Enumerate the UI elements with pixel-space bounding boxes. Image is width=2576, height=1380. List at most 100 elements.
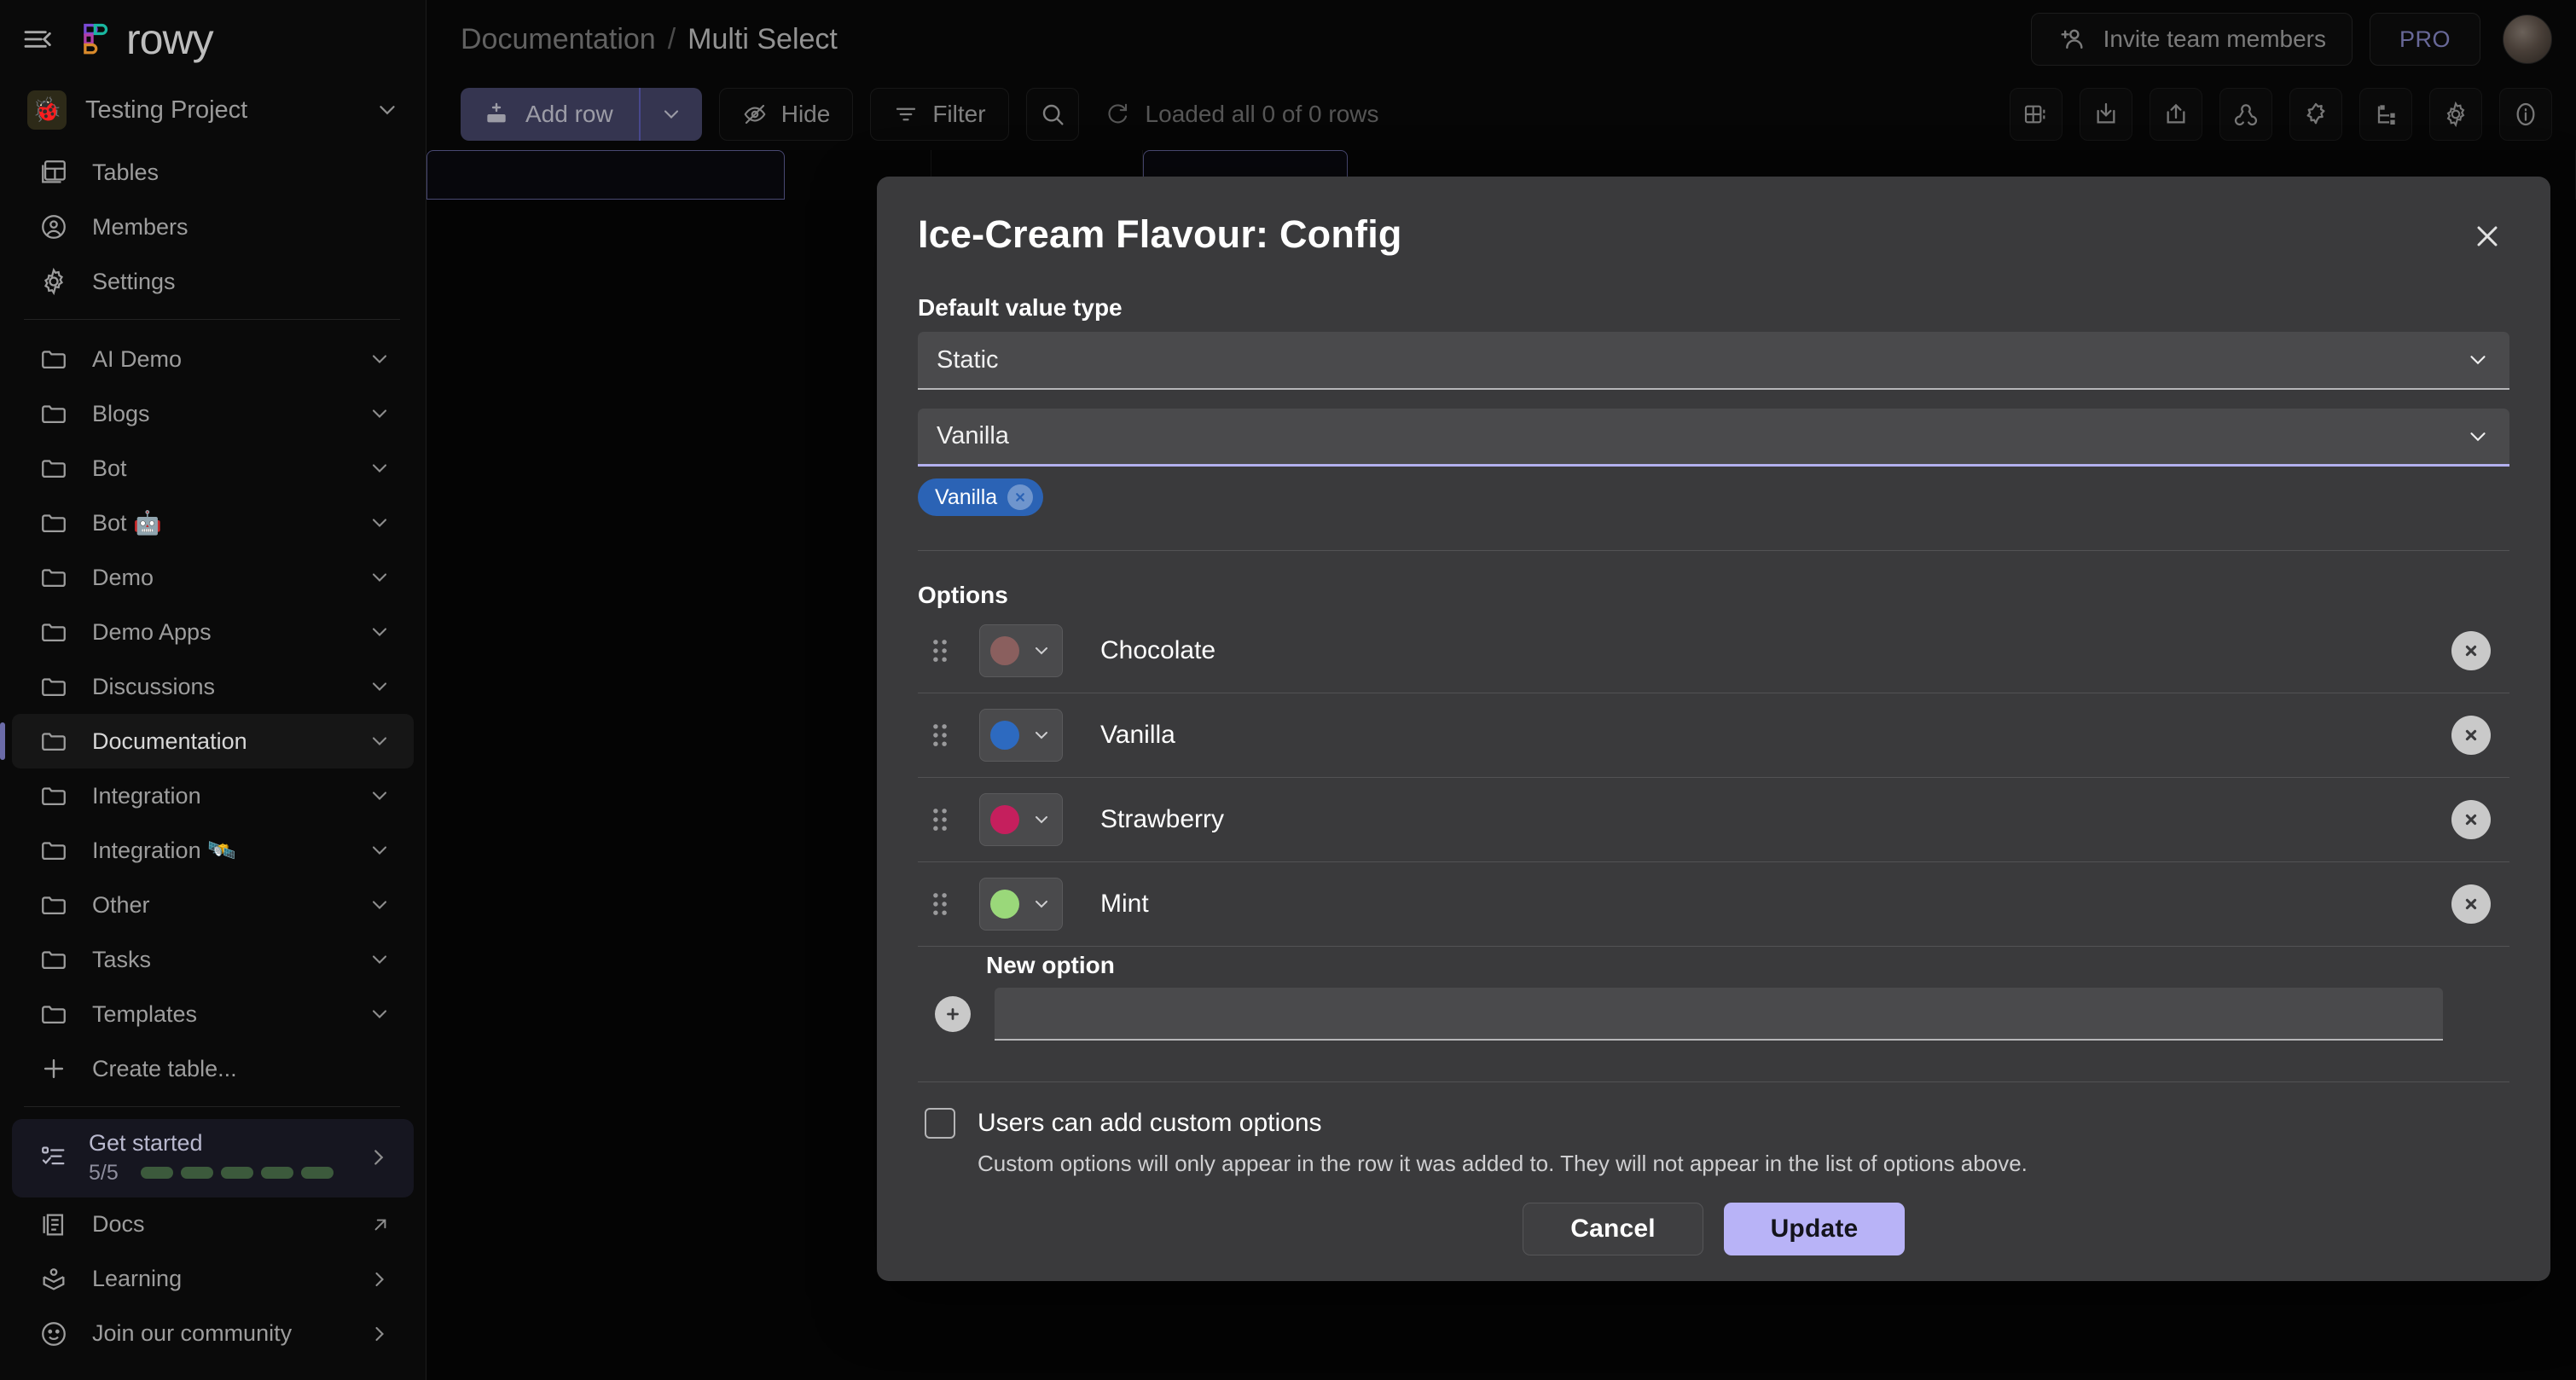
collapse-sidebar-icon[interactable] xyxy=(19,20,58,59)
sidebar-item-docs[interactable]: Docs xyxy=(12,1197,414,1252)
sidebar-item-tasks[interactable]: Tasks xyxy=(12,932,414,987)
progress-step xyxy=(300,1167,334,1180)
default-value-select[interactable]: Vanilla xyxy=(918,409,2509,467)
project-avatar: 🐞 xyxy=(27,90,67,130)
option-color-select[interactable] xyxy=(979,709,1063,762)
sidebar-item-label: Tasks xyxy=(92,946,152,972)
sidebar-item-documentation[interactable]: Documentation xyxy=(0,714,414,768)
options-label: Options xyxy=(918,582,1008,608)
default-value-type-label: Default value type xyxy=(918,294,1123,321)
progress-bars xyxy=(140,1167,334,1180)
get-started-count: 5/5 xyxy=(89,1160,119,1185)
learning-icon xyxy=(38,1263,70,1296)
custom-options-checkbox[interactable] xyxy=(925,1108,955,1139)
chevron-down-icon xyxy=(368,675,392,699)
sidebar-item-blogs[interactable]: Blogs xyxy=(12,386,414,441)
new-option-row xyxy=(918,988,2509,1041)
chevron-down-icon xyxy=(368,402,392,426)
docs-icon xyxy=(38,1209,70,1241)
chevron-right-icon xyxy=(368,1322,392,1346)
folder-icon xyxy=(38,616,70,648)
progress-step xyxy=(180,1167,213,1180)
sidebar-item-label: Integration 🛰️ xyxy=(92,838,236,863)
sidebar-item-learning[interactable]: Learning xyxy=(12,1252,414,1307)
get-started-card[interactable]: Get started 5/5 xyxy=(12,1119,414,1197)
add-option-icon[interactable] xyxy=(935,996,971,1032)
column-config-dialog: Ice-Cream Flavour: Config Default value … xyxy=(877,177,2550,1281)
sidebar-nav: Tables Members Settings AI Demo Blogs Bo… xyxy=(0,142,426,1380)
drag-handle-icon[interactable] xyxy=(918,805,962,834)
drag-handle-icon[interactable] xyxy=(918,636,962,665)
custom-options-label: Users can add custom options xyxy=(978,1109,1322,1137)
progress-step xyxy=(220,1167,253,1180)
sidebar-item-integration-satellite[interactable]: Integration 🛰️ xyxy=(12,823,414,878)
main-area: Documentation / Multi Select Invite team… xyxy=(426,0,2576,1380)
chevron-down-icon xyxy=(368,456,392,480)
sidebar-item-tables[interactable]: Tables xyxy=(12,145,414,200)
sidebar-item-label: Discussions xyxy=(92,673,216,699)
sidebar-item-demo[interactable]: Demo xyxy=(12,550,414,605)
folder-icon xyxy=(38,397,70,430)
color-swatch xyxy=(990,890,1019,919)
rowy-logo[interactable]: rowy xyxy=(77,15,214,63)
dialog-divider xyxy=(918,550,2509,551)
sidebar-item-discussions[interactable]: Discussions xyxy=(12,659,414,714)
folder-icon xyxy=(38,670,70,703)
option-color-select[interactable] xyxy=(979,878,1063,931)
new-option-input[interactable] xyxy=(995,988,2443,1041)
update-button[interactable]: Update xyxy=(1724,1203,1905,1255)
default-value-type-select[interactable]: Static xyxy=(918,332,2509,390)
sidebar-item-bot-robot[interactable]: Bot 🤖 xyxy=(12,496,414,550)
drag-handle-icon[interactable] xyxy=(918,721,962,750)
sidebar-item-integration[interactable]: Integration xyxy=(12,768,414,823)
custom-options-row[interactable]: Users can add custom options xyxy=(918,1108,2509,1139)
option-row: Mint xyxy=(918,862,2509,947)
sidebar-item-create-table[interactable]: Create table... xyxy=(12,1041,414,1096)
sidebar-item-settings[interactable]: Settings xyxy=(12,254,414,309)
project-name: Testing Project xyxy=(85,96,248,124)
sidebar-item-label: Docs xyxy=(92,1211,145,1238)
option-row: Chocolate xyxy=(918,609,2509,693)
remove-chip-icon[interactable] xyxy=(1007,484,1034,510)
sidebar-item-members[interactable]: Members xyxy=(12,200,414,254)
chevron-down-icon xyxy=(2465,347,2491,373)
sidebar-item-templates[interactable]: Templates xyxy=(12,987,414,1041)
new-option-label: New option xyxy=(986,952,1115,978)
value-chip[interactable]: Vanilla xyxy=(918,478,1044,516)
sidebar-item-join-community[interactable]: Join our community xyxy=(12,1307,414,1361)
drag-handle-icon[interactable] xyxy=(918,890,962,919)
sidebar-item-demo-apps[interactable]: Demo Apps xyxy=(12,605,414,659)
project-switcher[interactable]: 🐞 Testing Project xyxy=(27,78,400,142)
folder-icon xyxy=(38,452,70,484)
chip-label: Vanilla xyxy=(935,484,998,509)
chevron-down-icon xyxy=(368,511,392,535)
chevron-down-icon xyxy=(1031,641,1052,661)
dialog-footer: Cancel Update xyxy=(877,1177,2550,1281)
delete-option-icon[interactable] xyxy=(2451,884,2491,924)
option-color-select[interactable] xyxy=(979,793,1063,846)
close-icon[interactable] xyxy=(2465,214,2509,258)
brand-name: rowy xyxy=(126,15,214,63)
delete-option-icon[interactable] xyxy=(2451,716,2491,755)
progress-step xyxy=(140,1167,173,1180)
folder-icon xyxy=(38,780,70,812)
sidebar-item-ai-demo[interactable]: AI Demo xyxy=(12,332,414,386)
folder-icon xyxy=(38,943,70,976)
folder-icon xyxy=(38,834,70,867)
tables-icon xyxy=(38,156,70,188)
chevron-down-icon xyxy=(2465,424,2491,449)
option-color-select[interactable] xyxy=(979,624,1063,677)
delete-option-icon[interactable] xyxy=(2451,631,2491,670)
plus-icon xyxy=(38,1052,70,1085)
delete-option-icon[interactable] xyxy=(2451,800,2491,839)
dialog-header: Ice-Cream Flavour: Config xyxy=(877,177,2550,258)
sidebar-item-bot[interactable]: Bot xyxy=(12,441,414,496)
sidebar-item-label: Bot xyxy=(92,455,127,481)
chevron-down-icon xyxy=(368,729,392,753)
sidebar-item-other[interactable]: Other xyxy=(12,878,414,932)
app-root: rowy 🐞 Testing Project Tables Members Se… xyxy=(0,0,2576,1380)
folder-icon xyxy=(38,561,70,594)
chevron-down-icon xyxy=(368,948,392,971)
cancel-button[interactable]: Cancel xyxy=(1523,1203,1703,1255)
